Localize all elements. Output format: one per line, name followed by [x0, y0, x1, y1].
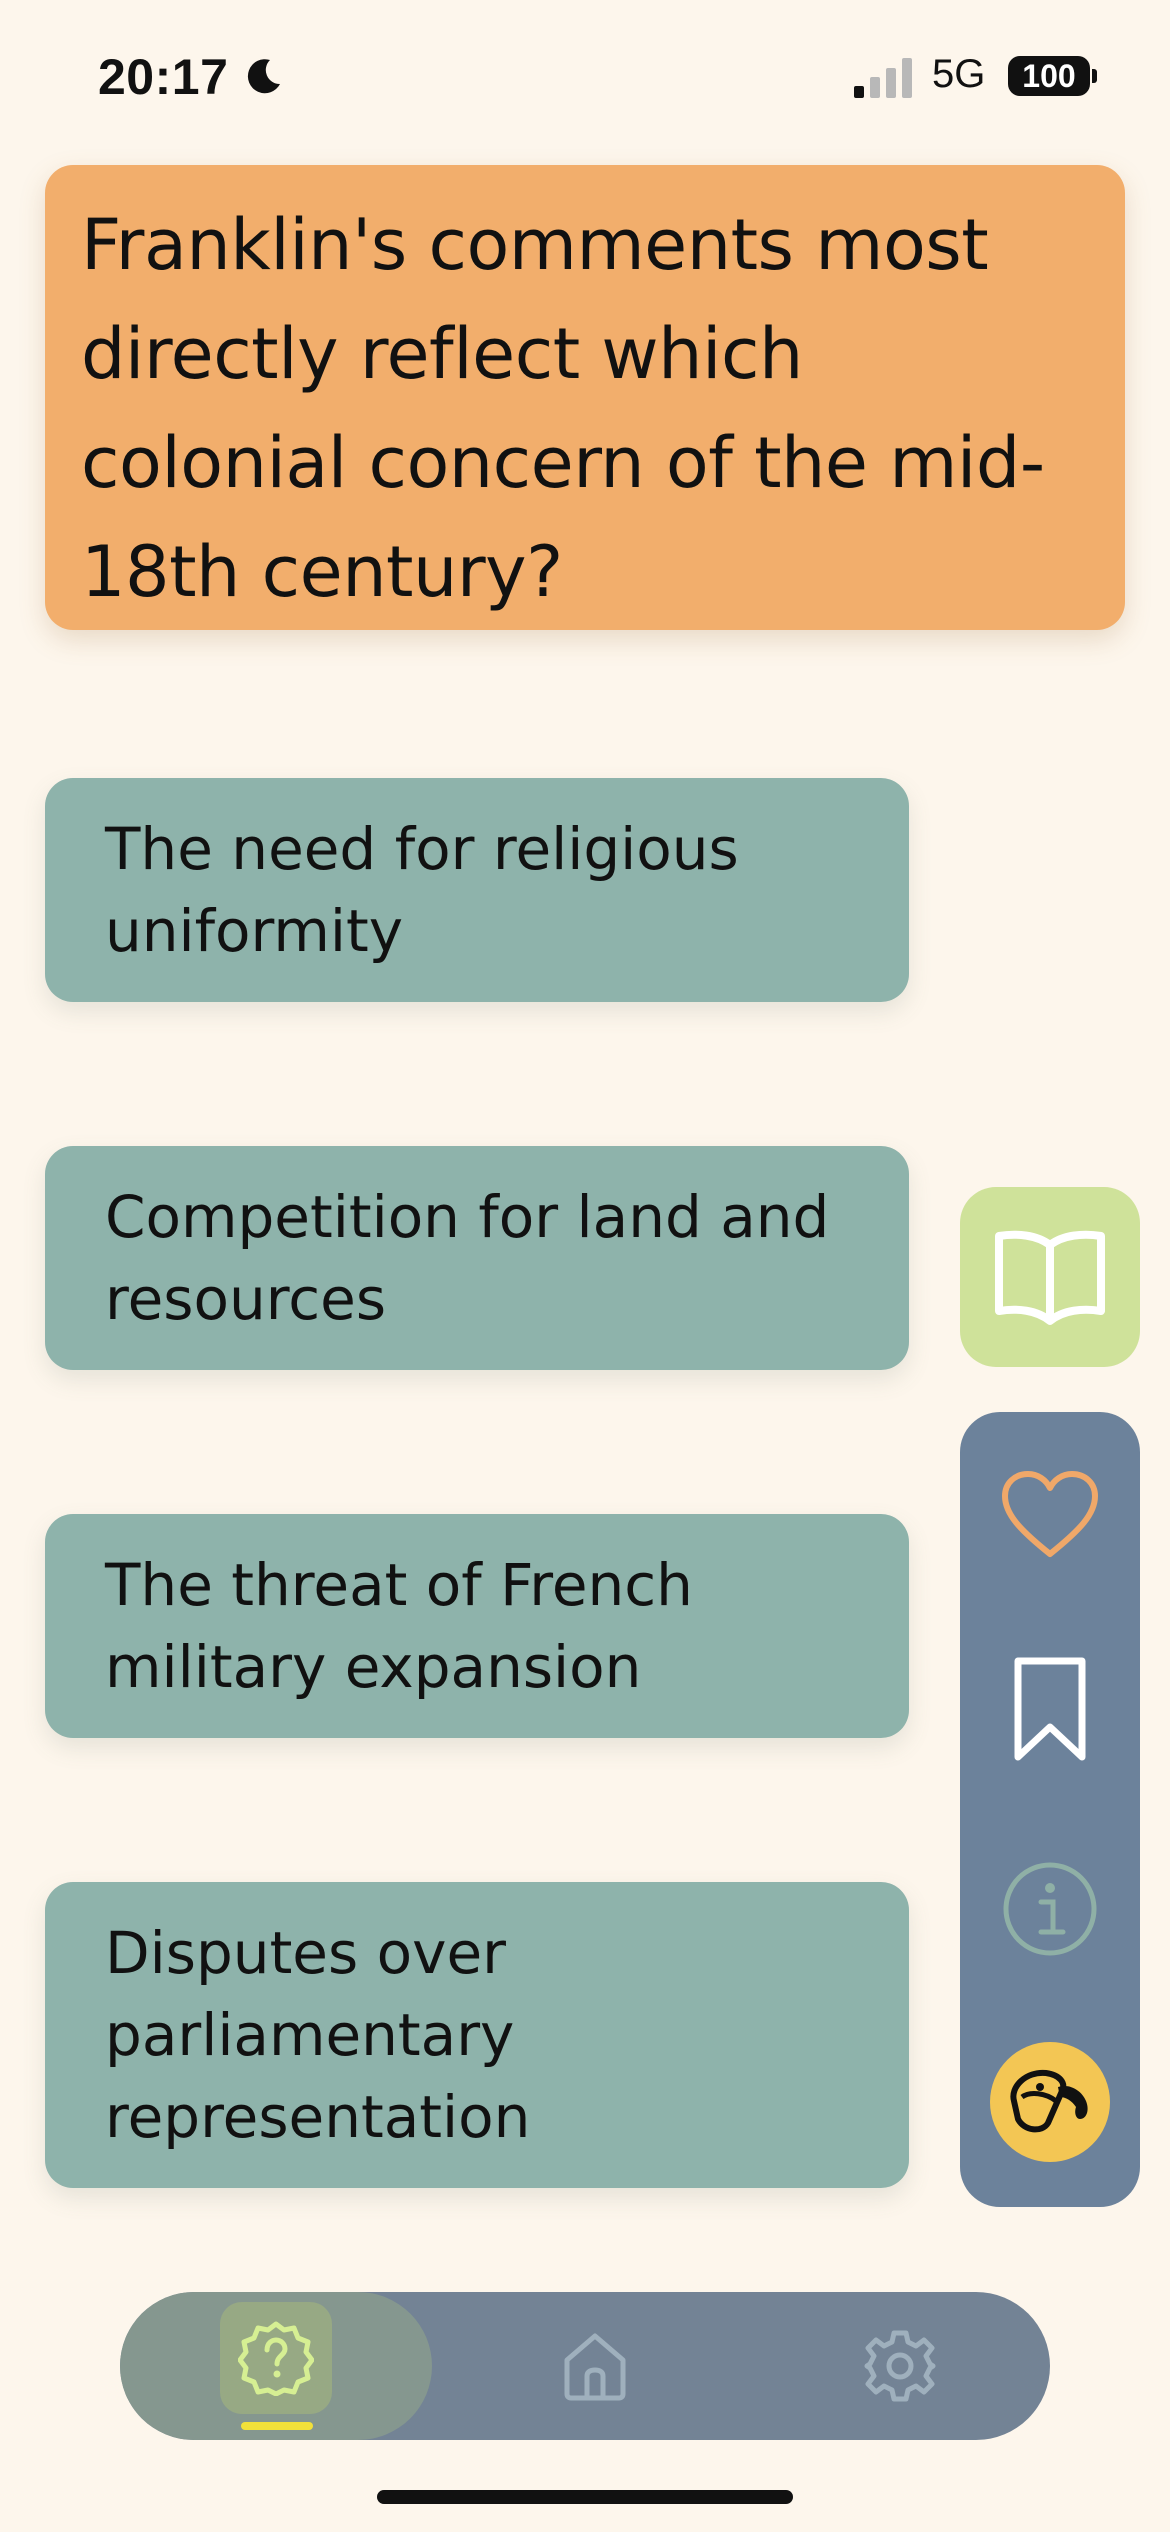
gear-icon: [864, 2330, 936, 2402]
book-icon: [995, 1230, 1105, 1325]
active-tab-indicator: [241, 2422, 313, 2430]
tab-quiz-highlight: [220, 2302, 332, 2414]
like-button[interactable]: [960, 1470, 1140, 1560]
answer-label: Disputes over parliamentary representati…: [105, 1919, 531, 2151]
bookmark-icon: [1014, 1657, 1086, 1761]
bookmark-button[interactable]: [960, 1655, 1140, 1763]
side-action-panel: [960, 1412, 1140, 2207]
tab-bar: [120, 2292, 1050, 2440]
signal-icon: [854, 58, 912, 98]
question-card: Franklin's comments most directly reflec…: [45, 165, 1125, 630]
answer-option-3[interactable]: The threat of French military expansion: [45, 1514, 909, 1738]
battery-level: 100: [1022, 58, 1076, 94]
answer-option-1[interactable]: The need for religious uniformity: [45, 778, 909, 1002]
reading-button[interactable]: [960, 1187, 1140, 1367]
info-button[interactable]: [960, 1860, 1140, 1958]
question-badge-icon: [238, 2321, 314, 2396]
answer-label: The threat of French military expansion: [105, 1551, 693, 1701]
question-text: Franklin's comments most directly reflec…: [81, 204, 1045, 613]
tab-quiz[interactable]: [120, 2292, 432, 2440]
tab-settings[interactable]: [855, 2321, 945, 2411]
battery-icon: 100: [1008, 56, 1090, 96]
heart-icon: [1002, 1471, 1098, 1557]
paint-bucket-icon: [1010, 2069, 1088, 2133]
answer-option-4[interactable]: Disputes over parliamentary representati…: [45, 1882, 909, 2188]
tab-home[interactable]: [550, 2321, 640, 2411]
info-icon: [1003, 1862, 1097, 1956]
status-bar: 20:17 5G 100: [0, 0, 1170, 150]
home-icon: [564, 2333, 626, 2401]
network-label: 5G: [932, 52, 986, 96]
answer-option-2[interactable]: Competition for land and resources: [45, 1146, 909, 1370]
home-indicator: [377, 2490, 793, 2504]
moon-icon: [247, 59, 280, 94]
answer-label: The need for religious uniformity: [105, 815, 739, 965]
answer-label: Competition for land and resources: [105, 1183, 830, 1333]
theme-button[interactable]: [990, 2042, 1110, 2162]
battery-cap: [1092, 69, 1097, 83]
status-time: 20:17: [98, 49, 229, 105]
